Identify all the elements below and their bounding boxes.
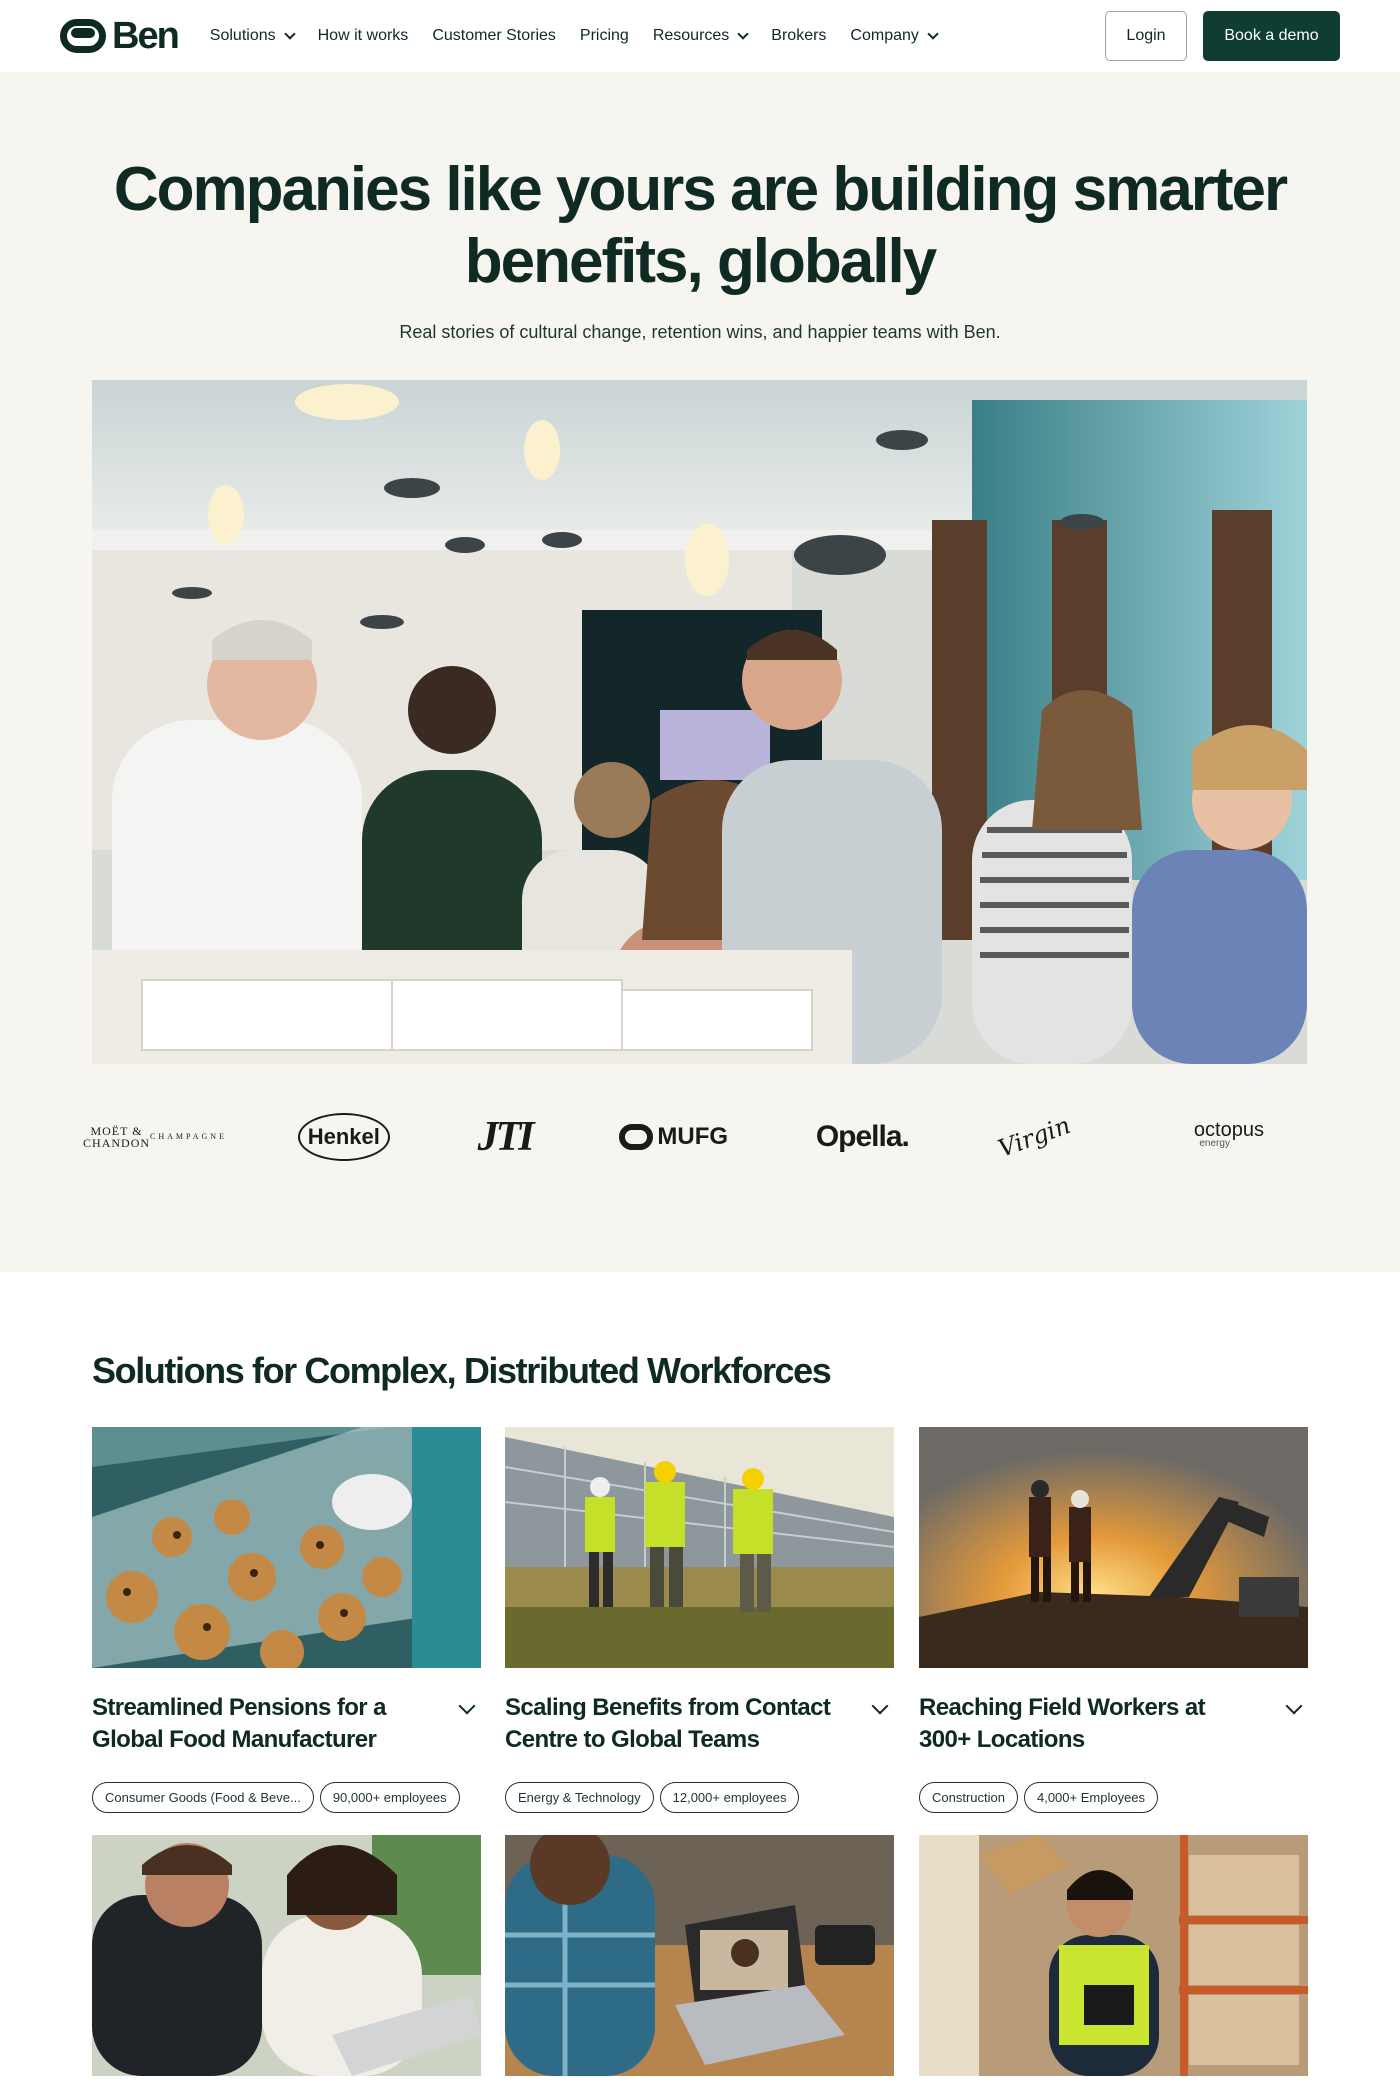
menu-item-pricing[interactable]: Pricing (580, 27, 629, 45)
menu-item-label: Solutions (209, 27, 276, 44)
logo-text: Ben (112, 14, 180, 57)
warehouse-worker-photo (919, 1835, 1308, 2076)
book-demo-button[interactable]: Book a demo (1203, 11, 1340, 61)
card-title: Scaling Benefits from Contact Centre to … (505, 1694, 831, 1753)
employee-count-tag: 90,000+ employees (319, 1782, 460, 1813)
chevron-down-icon[interactable] (458, 1697, 476, 1715)
solution-card-food-manufacturer[interactable]: Streamlined Pensions for a Global Food M… (92, 1427, 481, 1813)
solutions-title: Solutions for Complex, Distributed Workf… (92, 1350, 832, 1391)
menu-item-customer-stories[interactable]: Customer Stories (432, 27, 556, 45)
industry-tag: Construction (919, 1782, 1018, 1813)
office-meeting-photo (92, 1835, 481, 2076)
solution-card-4[interactable] (92, 1835, 481, 2076)
mufg-logo: MUFG (619, 1123, 728, 1151)
solution-card-6[interactable] (919, 1835, 1308, 2076)
industry-tag: Consumer Goods (Food & Beve... (92, 1782, 314, 1813)
menu-item-label: Pricing (579, 27, 629, 44)
mufg-logo-text: MUFG (657, 1123, 729, 1150)
menu-item-label: Resources (652, 27, 730, 44)
menu-item-how-it-works[interactable]: How it works (318, 27, 409, 45)
menu-item-brokers[interactable]: Brokers (771, 27, 826, 45)
chevron-down-icon[interactable] (1285, 1697, 1303, 1715)
client-logo-strip: MOËT & CHANDON CHAMPAGNE Henkel JTI MUFG… (83, 1102, 1307, 1172)
moet-logo-subtext: CHAMPAGNE (150, 1132, 227, 1141)
industry-tag: Energy & Technology (505, 1782, 654, 1813)
login-button[interactable]: Login (1105, 11, 1187, 61)
construction-sunset-photo (919, 1427, 1308, 1668)
chevron-down-icon (927, 27, 939, 40)
henkel-logo: Henkel (297, 1113, 390, 1161)
menu-item-solutions[interactable]: Solutions (209, 27, 296, 45)
moet-logo-text: MOËT & CHANDON (83, 1124, 151, 1150)
hero-office-photo (92, 380, 1307, 1064)
hero-subtitle: Real stories of cultural change, retenti… (399, 322, 1001, 342)
chevron-down-icon (737, 27, 749, 40)
virgin-logo: Virgin (994, 1111, 1074, 1163)
chevron-down-icon[interactable] (871, 1697, 889, 1715)
solution-card-field-workers[interactable]: Reaching Field Workers at 300+ Locations… (919, 1427, 1308, 1813)
ben-logo-icon (60, 19, 106, 53)
video-call-photo (505, 1835, 894, 2076)
menu-item-resources[interactable]: Resources (652, 27, 749, 45)
octopus-energy-logo: octopus energy (1159, 1120, 1299, 1151)
solar-field-workers-photo (505, 1427, 894, 1668)
main-menu: Solutions How it works Customer Stories … (209, 27, 939, 45)
mufg-mark-icon (619, 1124, 654, 1150)
menu-item-label: Company (850, 27, 919, 44)
card-title: Reaching Field Workers at 300+ Locations (919, 1694, 1206, 1753)
card-title: Streamlined Pensions for a Global Food M… (92, 1694, 386, 1753)
jti-logo: JTI (477, 1114, 535, 1160)
moet-chandon-logo: MOËT & CHANDON CHAMPAGNE (83, 1125, 224, 1149)
employee-count-tag: 4,000+ Employees (1023, 1782, 1159, 1813)
solution-card-5[interactable] (505, 1835, 894, 2076)
cookies-production-photo (92, 1427, 481, 1668)
hero-title: Companies like yours are building smarte… (113, 155, 1288, 296)
chevron-down-icon (283, 27, 296, 40)
menu-item-company[interactable]: Company (850, 27, 939, 45)
opella-logo: Opella. (815, 1120, 910, 1153)
top-navigation: Ben Solutions How it works Customer Stor… (0, 0, 1400, 72)
solution-card-contact-centre[interactable]: Scaling Benefits from Contact Centre to … (505, 1427, 894, 1813)
nav-actions: Login Book a demo (1105, 11, 1340, 61)
menu-item-label: Customer Stories (432, 27, 556, 44)
hero-section: Companies like yours are building smarte… (0, 72, 1400, 1272)
menu-item-label: Brokers (771, 27, 827, 44)
employee-count-tag: 12,000+ employees (659, 1782, 800, 1813)
ben-logo[interactable]: Ben (60, 14, 180, 58)
menu-item-label: How it works (317, 27, 409, 44)
